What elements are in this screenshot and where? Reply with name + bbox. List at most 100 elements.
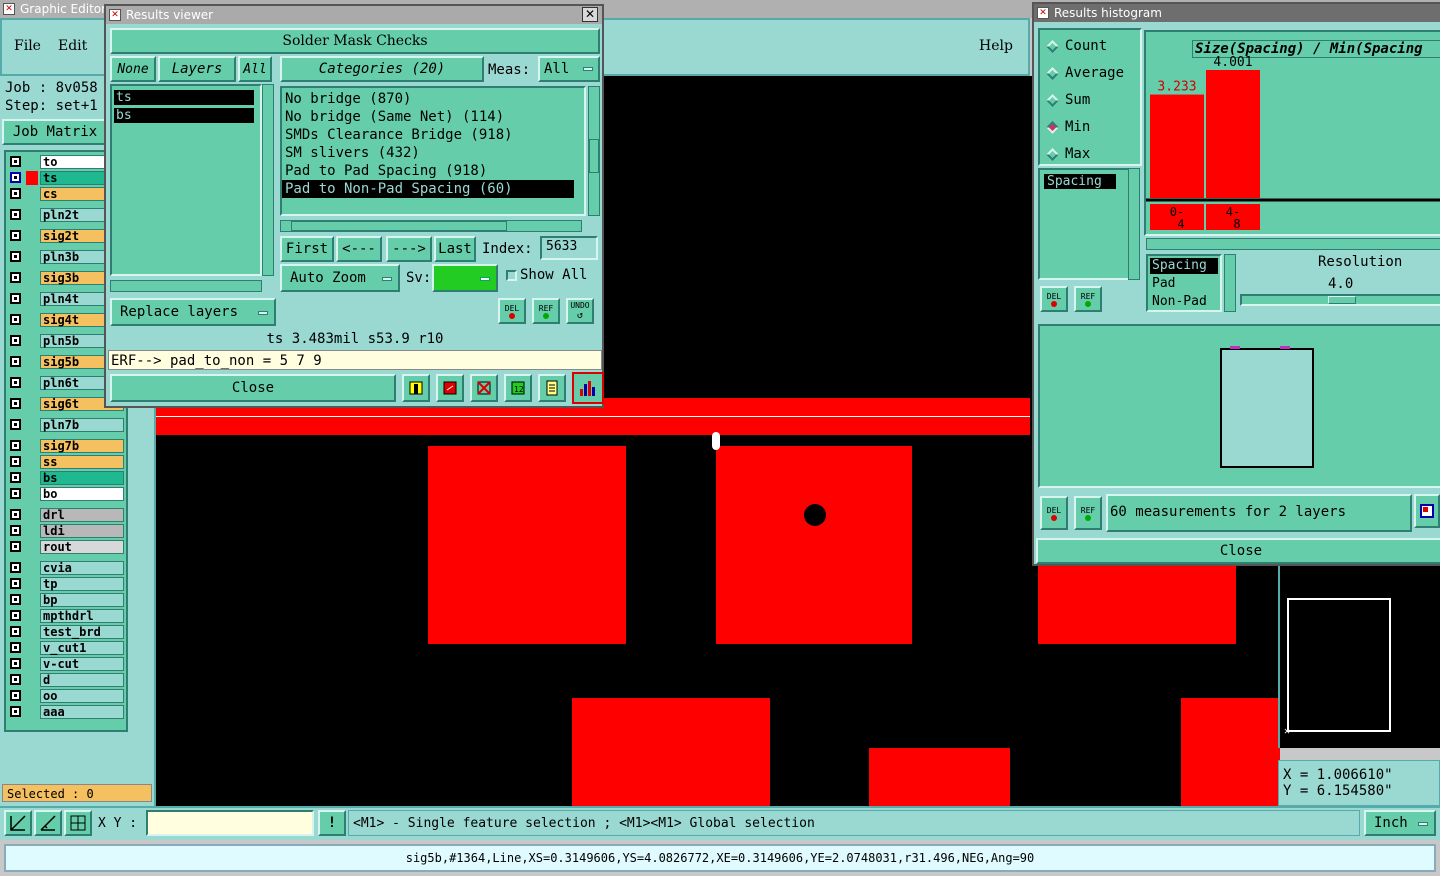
- layer-checkbox[interactable]: [10, 541, 21, 552]
- layer-checkbox[interactable]: [10, 690, 21, 701]
- job-matrix-button[interactable]: Job Matrix: [2, 119, 108, 145]
- radio-indicator[interactable]: [1046, 147, 1059, 161]
- layer-checkbox[interactable]: [10, 377, 21, 388]
- layer-checkbox[interactable]: [10, 440, 21, 451]
- result-marker[interactable]: [712, 432, 720, 450]
- layer-checkbox[interactable]: [10, 594, 21, 605]
- layer-checkbox[interactable]: [10, 335, 21, 346]
- window-toggle-icon[interactable]: [1414, 494, 1440, 528]
- resolution-list[interactable]: Spacing Pad Non-Pad: [1146, 254, 1222, 312]
- layer-name[interactable]: ldi: [40, 524, 124, 538]
- layer-checkbox[interactable]: [10, 706, 21, 717]
- preview-ref-icon[interactable]: REF: [1074, 496, 1102, 530]
- spacing-item[interactable]: Spacing: [1044, 174, 1116, 189]
- layer-checkbox[interactable]: [10, 578, 21, 589]
- menu-file[interactable]: File: [14, 38, 41, 54]
- sv-color-dropdown[interactable]: [432, 264, 498, 292]
- none-button[interactable]: None: [110, 56, 156, 82]
- clear-ref-icon[interactable]: [470, 374, 498, 402]
- notes-icon[interactable]: [538, 374, 566, 402]
- meas-dropdown[interactable]: All: [538, 56, 600, 82]
- mode-radio-average[interactable]: Average: [1046, 65, 1124, 81]
- layer-checkbox[interactable]: [10, 156, 21, 167]
- layer-checkbox[interactable]: [10, 626, 21, 637]
- layer-name[interactable]: ss: [40, 455, 124, 469]
- layer-row-sig7b[interactable]: sig7b: [8, 439, 124, 453]
- show-all-checkbox[interactable]: [506, 270, 517, 281]
- numbering-icon[interactable]: 12: [504, 374, 532, 402]
- category-scrollbar-v[interactable]: [588, 86, 600, 216]
- ref-icon[interactable]: REF: [532, 298, 560, 324]
- layer-row-tp[interactable]: tp: [8, 577, 124, 591]
- radio-indicator[interactable]: [1046, 120, 1059, 134]
- layer-name[interactable]: bp: [40, 593, 124, 607]
- layer-row-bp[interactable]: bp: [8, 593, 124, 607]
- layer-item[interactable]: ts: [114, 90, 254, 105]
- mode-radio-count[interactable]: Count: [1046, 38, 1107, 54]
- layer-checkbox[interactable]: [10, 293, 21, 304]
- radio-indicator[interactable]: [1046, 39, 1059, 53]
- layer-name[interactable]: drl: [40, 508, 124, 522]
- category-item[interactable]: Pad to Pad Spacing (918): [282, 162, 574, 180]
- slider-thumb[interactable]: [1328, 296, 1356, 304]
- layer-checkbox[interactable]: [10, 509, 21, 520]
- layer-scrollbar-h[interactable]: [110, 280, 262, 292]
- auto-zoom-dropdown[interactable]: Auto Zoom: [280, 264, 400, 292]
- layer-checkbox[interactable]: [10, 172, 21, 183]
- overview-panel[interactable]: ✕: [1278, 566, 1440, 748]
- layer-row-ss[interactable]: ss: [8, 455, 124, 469]
- spacing-listbox[interactable]: Spacing: [1038, 168, 1130, 280]
- layer-item[interactable]: bs: [114, 108, 254, 123]
- layer-checkbox[interactable]: [10, 188, 21, 199]
- menu-edit[interactable]: Edit: [58, 38, 87, 54]
- index-input[interactable]: 5633: [540, 236, 598, 260]
- layer-checkbox[interactable]: [10, 472, 21, 483]
- spacing-scrollbar[interactable]: [1128, 168, 1140, 280]
- layer-checkbox[interactable]: [10, 356, 21, 367]
- layer-checkbox[interactable]: [10, 562, 21, 573]
- chart-scrollbar-h[interactable]: [1146, 238, 1440, 250]
- layer-checkbox[interactable]: [10, 230, 21, 241]
- layer-checkbox[interactable]: [10, 488, 21, 499]
- menu-help[interactable]: Help: [979, 38, 1013, 54]
- layer-row-test_brd[interactable]: test_brd: [8, 625, 124, 639]
- layer-name[interactable]: mpthdrl: [40, 609, 124, 623]
- layer-row-d[interactable]: d: [8, 673, 124, 687]
- hist-del-icon[interactable]: DEL: [1040, 286, 1068, 312]
- layer-checkbox[interactable]: [10, 525, 21, 536]
- layer-name[interactable]: bs: [40, 471, 124, 485]
- histogram-close-button[interactable]: Close: [1036, 538, 1440, 564]
- layer-name[interactable]: cvia: [40, 561, 124, 575]
- mode-radio-sum[interactable]: Sum: [1046, 92, 1090, 108]
- category-item[interactable]: SMDs Clearance Bridge (918): [282, 126, 574, 144]
- layer-row-v-cut[interactable]: v-cut: [8, 657, 124, 671]
- layer-checkbox[interactable]: [10, 209, 21, 220]
- layer-name[interactable]: v_cut1: [40, 641, 124, 655]
- category-item[interactable]: No bridge (870): [282, 90, 574, 108]
- measure-icon[interactable]: [34, 810, 62, 836]
- histogram-bar[interactable]: [1150, 94, 1204, 198]
- layer-name[interactable]: tp: [40, 577, 124, 591]
- layer-row-drl[interactable]: drl: [8, 508, 124, 522]
- categories-button[interactable]: Categories (20): [280, 56, 484, 82]
- units-dropdown[interactable]: Inch: [1364, 810, 1436, 836]
- category-item[interactable]: SM slivers (432): [282, 144, 574, 162]
- hist-ref-icon[interactable]: REF: [1074, 286, 1102, 312]
- mode-radio-min[interactable]: Min: [1046, 119, 1090, 135]
- layer-row-bs[interactable]: bs: [8, 471, 124, 485]
- layer-row-ldi[interactable]: ldi: [8, 524, 124, 538]
- xy-input[interactable]: [146, 810, 314, 836]
- layer-checkbox[interactable]: [10, 456, 21, 467]
- layer-row-bo[interactable]: bo: [8, 487, 124, 501]
- histogram-bar[interactable]: [1206, 70, 1260, 198]
- layer-row-mpthdrl[interactable]: mpthdrl: [8, 609, 124, 623]
- layer-checkbox[interactable]: [10, 674, 21, 685]
- radio-indicator[interactable]: [1046, 66, 1059, 80]
- next-button[interactable]: --->: [386, 236, 432, 262]
- layer-checkbox[interactable]: [10, 251, 21, 262]
- category-listbox[interactable]: No bridge (870) No bridge (Same Net) (114…: [280, 86, 586, 216]
- viewer-close-button[interactable]: Close: [110, 374, 396, 402]
- replace-layers-dropdown[interactable]: Replace layers: [110, 298, 276, 326]
- layer-listbox[interactable]: ts bs: [110, 84, 262, 276]
- layers-button[interactable]: Layers: [158, 56, 236, 82]
